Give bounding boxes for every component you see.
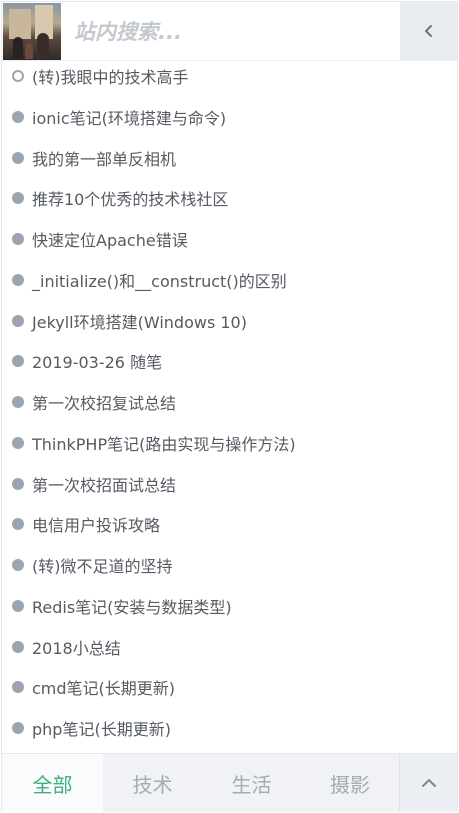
list-item-title: cmd笔记(长期更新)	[32, 679, 176, 699]
list-item-title: Jekyll环境搭建(Windows 10)	[32, 312, 247, 332]
post-marker-icon	[12, 151, 24, 164]
list-item[interactable]: 电信用户投诉攻略	[2, 504, 457, 544]
current-post-marker-icon	[12, 70, 24, 82]
list-item[interactable]: php笔记(长期更新)	[2, 708, 457, 748]
list-item[interactable]: 推荐10个优秀的技术栈社区	[2, 178, 457, 218]
post-marker-icon	[12, 559, 24, 571]
list-item-title: 2018小总结	[32, 638, 121, 658]
avatar-photo-person	[25, 43, 33, 59]
avatar[interactable]	[3, 3, 61, 60]
list-item[interactable]: Jekyll环境搭建(Windows 10)	[2, 301, 457, 341]
list-item[interactable]: 我的第一部单反相机	[2, 138, 457, 178]
list-item[interactable]: (转)我眼中的技术高手	[2, 61, 457, 96]
collapse-panel-button[interactable]	[400, 2, 457, 60]
tab-tech[interactable]: 技术	[103, 754, 202, 812]
chevron-up-icon	[421, 779, 436, 787]
list-item-title: _initialize()和__construct()的区别	[32, 271, 287, 291]
list-item-title: 第一次校招复试总结	[32, 394, 177, 413]
tab-photography[interactable]: 摄影	[301, 754, 399, 812]
post-list-panel: (转)我眼中的技术高手 ionic笔记(环境搭建与命令) 我的第一部单反相机推荐10…	[1, 1, 458, 812]
list-item-title: 我的第一部单反相机	[32, 149, 177, 169]
chevron-left-icon	[424, 25, 432, 37]
post-marker-icon	[12, 396, 24, 408]
list-item-title: (转)微不足道的坚持	[32, 557, 173, 576]
list-item-title: (转)我眼中的技术高手	[32, 68, 189, 87]
post-marker-icon	[12, 192, 24, 205]
list-item[interactable]: (转)微不足道的坚持	[2, 545, 457, 585]
list-item[interactable]: 第一次校招面试总结	[2, 464, 457, 504]
list-item-title: Redis笔记(安装与数据类型)	[32, 597, 232, 617]
list-item-title: 第一次校招面试总结	[32, 475, 177, 495]
category-tabs: 全部 技术 生活 摄影	[2, 753, 457, 812]
list-item[interactable]: 2019-03-26 随笔	[2, 341, 457, 381]
avatar-photo-person	[37, 33, 49, 59]
list-item[interactable]: 第一次校招复试总结	[2, 382, 457, 422]
list-item-title: 推荐10个优秀的技术栈社区	[32, 190, 229, 210]
list-item-title: ionic笔记(环境搭建与命令)	[32, 108, 227, 128]
post-marker-icon	[12, 314, 24, 327]
avatar-photo-building	[9, 9, 31, 39]
list-item[interactable]: 2018小总结	[2, 627, 457, 667]
post-marker-icon	[12, 355, 24, 368]
post-marker-icon	[12, 273, 24, 286]
panel-header	[2, 2, 457, 61]
post-marker-icon	[12, 110, 24, 123]
list-item[interactable]: _initialize()和__construct()的区别	[2, 260, 457, 300]
list-item-title: 快速定位Apache错误	[32, 231, 188, 250]
list-item-title: 电信用户投诉攻略	[32, 516, 161, 536]
list-item[interactable]: 快速定位Apache错误	[2, 219, 457, 259]
list-item-title: php笔记(长期更新)	[32, 720, 171, 739]
post-list: (转)我眼中的技术高手 ionic笔记(环境搭建与命令) 我的第一部单反相机推荐10…	[2, 61, 457, 755]
list-item[interactable]: cmd笔记(长期更新)	[2, 667, 457, 707]
search-input[interactable]	[62, 3, 398, 60]
list-item[interactable]: ionic笔记(环境搭建与命令)	[2, 97, 457, 137]
scroll-top-button[interactable]	[399, 754, 457, 812]
post-marker-icon	[12, 436, 24, 449]
list-item-title: ThinkPHP笔记(路由实现与操作方法)	[32, 434, 296, 454]
list-item[interactable]: ThinkPHP笔记(路由实现与操作方法)	[2, 423, 457, 463]
post-marker-icon	[12, 722, 24, 734]
post-marker-icon	[12, 477, 24, 490]
post-marker-icon	[12, 599, 24, 612]
post-marker-icon	[12, 681, 24, 694]
list-item-title: 2019-03-26 随笔	[32, 353, 163, 373]
post-marker-icon	[12, 233, 24, 245]
tab-all[interactable]: 全部	[2, 754, 103, 812]
avatar-photo-person	[13, 37, 23, 59]
list-item[interactable]: Redis笔记(安装与数据类型)	[2, 586, 457, 626]
tab-life[interactable]: 生活	[202, 754, 301, 812]
post-marker-icon	[12, 518, 24, 531]
post-marker-icon	[12, 640, 24, 653]
